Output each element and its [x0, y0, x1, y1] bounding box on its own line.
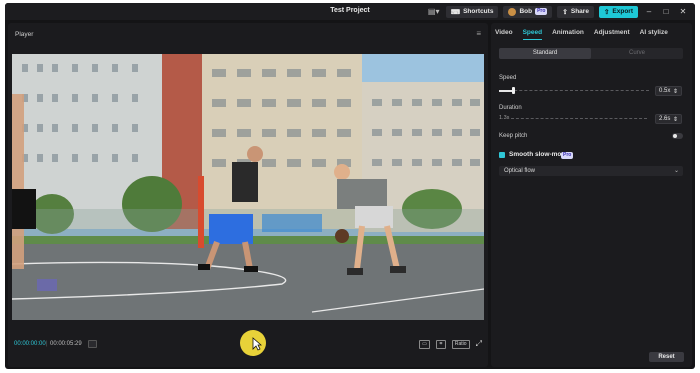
minimize-icon[interactable]: –	[643, 6, 655, 18]
menu-icon[interactable]: ≡	[476, 29, 481, 38]
fullscreen-icon[interactable]: ⤢	[476, 339, 482, 349]
ratio-button[interactable]: Ratio	[451, 339, 470, 349]
interpolation-value: Optical flow	[504, 168, 536, 174]
speed-value-field[interactable]: 0.5x ⇕	[655, 86, 682, 96]
player-panel: Player ≡ 00:00:00:00 | 00:00:05:29 ▭ ⌗ R…	[8, 23, 488, 367]
duration-value: 2.6s	[659, 116, 671, 122]
view-controls: ▭ ⌗ Ratio ⤢	[419, 339, 482, 349]
speed-label: Speed	[499, 75, 517, 81]
pro-badge: Pro	[561, 152, 574, 159]
shortcuts-button[interactable]: ⌨ Shortcuts	[445, 5, 499, 18]
duration-slider[interactable]	[511, 114, 647, 124]
maximize-icon[interactable]: □	[660, 6, 672, 18]
share-button[interactable]: ⇪ Share	[557, 5, 594, 18]
keyboard-icon: ⌨	[450, 8, 461, 16]
original-duration: 1.3s	[499, 115, 510, 121]
fit-icon[interactable]: ▭	[419, 339, 430, 349]
video-frame	[12, 54, 484, 320]
tab-ai-stylize[interactable]: AI stylize	[640, 29, 668, 40]
smooth-slowmo-checkbox[interactable]	[499, 152, 505, 158]
cursor-icon	[252, 337, 262, 351]
toggle-knob	[673, 134, 677, 138]
video-preview[interactable]	[12, 54, 484, 320]
tab-adjustment[interactable]: Adjustment	[594, 29, 630, 40]
app-window: Test Project ▤▾ ⌨ Shortcuts Bob Pro ⇪ Sh…	[5, 3, 695, 369]
speed-slider-knob[interactable]	[512, 87, 515, 94]
keep-pitch-toggle[interactable]	[672, 133, 683, 139]
export-button[interactable]: ⇧ Export	[598, 5, 638, 18]
inspector-tabs: Video Speed Animation Adjustment AI styl…	[495, 29, 668, 40]
duration-value-field[interactable]: 2.6s ⇕	[655, 114, 682, 124]
share-icon: ⇪	[562, 8, 568, 16]
layout-icon[interactable]: ▤▾	[427, 6, 441, 18]
pro-badge: Pro	[535, 8, 548, 15]
export-label: Export	[612, 8, 633, 15]
reset-button[interactable]: Reset	[649, 352, 684, 362]
segment-standard[interactable]: Standard	[499, 48, 591, 59]
shortcuts-label: Shortcuts	[463, 8, 494, 15]
tab-animation[interactable]: Animation	[552, 29, 584, 40]
grid-icon[interactable]	[88, 340, 97, 348]
keep-pitch-label: Keep pitch	[499, 133, 528, 139]
duration-label: Duration	[499, 105, 522, 111]
speed-slider-track	[499, 90, 649, 91]
export-icon: ⇧	[603, 8, 610, 16]
inspector-panel: Video Speed Animation Adjustment AI styl…	[491, 23, 692, 367]
speed-mode-toggle: Standard Curve	[499, 48, 683, 59]
speed-slider-fill	[499, 90, 513, 92]
speed-value: 0.5x	[659, 88, 671, 94]
timecode-separator: |	[46, 341, 48, 347]
total-timecode: 00:00:05:29	[50, 341, 82, 347]
user-menu-button[interactable]: Bob Pro	[503, 5, 553, 18]
duration-slider-track	[511, 118, 647, 119]
crop-icon[interactable]: ⌗	[435, 339, 446, 349]
stepper-icon: ⇕	[672, 116, 678, 123]
tab-video[interactable]: Video	[495, 29, 513, 40]
segment-curve[interactable]: Curve	[591, 48, 683, 59]
stepper-icon: ⇕	[672, 88, 678, 95]
speed-slider[interactable]	[499, 86, 649, 96]
share-label: Share	[570, 8, 589, 15]
player-title: Player	[15, 31, 34, 38]
tab-speed[interactable]: Speed	[522, 29, 543, 40]
player-controls: 00:00:00:00 | 00:00:05:29 ▭ ⌗ Ratio ⤢	[8, 327, 488, 367]
smooth-slowmo-label: Smooth slow-mo	[509, 151, 562, 158]
close-icon[interactable]: ✕	[677, 6, 689, 18]
interpolation-dropdown[interactable]: Optical flow ⌄	[499, 166, 683, 176]
chevron-down-icon: ⌄	[673, 168, 679, 174]
title-bar: Test Project ▤▾ ⌨ Shortcuts Bob Pro ⇪ Sh…	[5, 3, 695, 20]
current-timecode: 00:00:00:00	[14, 341, 46, 347]
avatar	[508, 7, 517, 16]
title-bar-actions: ▤▾ ⌨ Shortcuts Bob Pro ⇪ Share ⇧ Export …	[427, 5, 689, 18]
user-name: Bob	[519, 8, 533, 15]
